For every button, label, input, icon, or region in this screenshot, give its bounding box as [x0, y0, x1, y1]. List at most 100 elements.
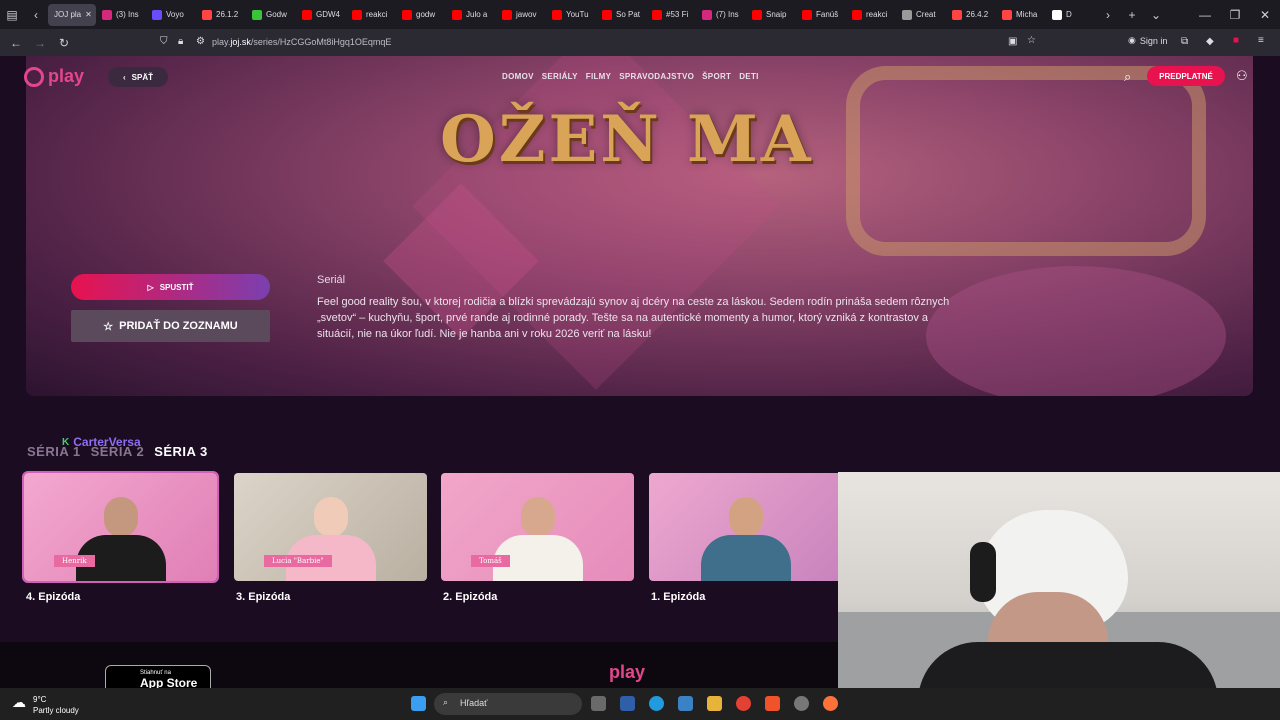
tab-scroll-right-icon[interactable]: › — [1096, 0, 1120, 29]
user-icon[interactable]: ⚇ — [1236, 68, 1248, 84]
obs-icon[interactable] — [794, 696, 809, 711]
tab-13[interactable]: Snaip — [746, 4, 796, 26]
back-label: SPÄŤ — [131, 72, 153, 82]
play-label: SPUSTIŤ — [159, 282, 194, 292]
nav-item-4[interactable]: ŠPORT — [702, 72, 731, 81]
tab-16[interactable]: Creat — [896, 4, 946, 26]
extension-icon[interactable]: ◆ — [1206, 36, 1214, 47]
url-prefix: play. — [212, 37, 231, 47]
episode-card[interactable] — [649, 473, 842, 581]
back-arrow-icon[interactable]: ← — [4, 36, 28, 50]
subscribe-button[interactable]: PREDPLATNÉ — [1147, 66, 1225, 86]
shield-icon[interactable]: ⛉ — [160, 36, 168, 47]
chrome-icon[interactable] — [736, 696, 751, 711]
tab-season-3[interactable]: SÉRIA 3 — [154, 444, 208, 459]
tab-5[interactable]: reakci — [346, 4, 396, 26]
tab-11[interactable]: #53 Fi — [646, 4, 696, 26]
genre-label: Seriál — [317, 274, 346, 286]
maximize-icon[interactable]: ❐ — [1220, 0, 1250, 29]
lock-icon[interactable]: 🔒︎ — [178, 36, 183, 47]
url-bar[interactable]: play.joj.sk/series/HzCGGoMt8iHgq1OEqmqE — [212, 37, 391, 47]
tab-14[interactable]: Fanúš — [796, 4, 846, 26]
photos-icon[interactable] — [678, 696, 693, 711]
store-icon[interactable] — [620, 696, 635, 711]
bookmark-star-icon[interactable]: ☆ — [1027, 35, 1036, 46]
episode-card[interactable]: Lucia "Barbie" — [234, 473, 427, 581]
tab-6[interactable]: godw — [396, 4, 446, 26]
youtube-icon — [402, 9, 412, 20]
tab-18[interactable]: Micha — [996, 4, 1046, 26]
episode-thumbnail — [75, 497, 166, 581]
minimize-icon[interactable]: — — [1190, 0, 1220, 29]
explorer-icon[interactable] — [707, 696, 722, 711]
app-store-badge[interactable]: Stiahnuť na App Store — [105, 665, 211, 688]
permissions-icon[interactable]: ⚙ — [196, 36, 205, 47]
tab-list-icon[interactable]: ▤ — [0, 0, 24, 29]
doc-icon — [1052, 9, 1062, 20]
tab-0[interactable]: (3) Ins — [96, 4, 146, 26]
tab-2[interactable]: 26.1.2 — [196, 4, 246, 26]
forward-arrow-icon[interactable]: → — [28, 36, 52, 50]
star-icon: ☆ — [103, 320, 114, 333]
tab-15[interactable]: reakci — [846, 4, 896, 26]
episode-title[interactable]: 1. Epizóda — [651, 591, 705, 603]
extensions-icon[interactable]: ⧉ — [1181, 36, 1188, 47]
tab-10[interactable]: So Pat — [596, 4, 646, 26]
episode-title[interactable]: 4. Epizóda — [26, 591, 80, 603]
youtube-icon — [552, 9, 562, 20]
youtube-icon — [452, 9, 462, 20]
episode-title[interactable]: 3. Epizóda — [236, 591, 290, 603]
task-view-icon[interactable] — [591, 696, 606, 711]
edge-icon[interactable] — [649, 696, 664, 711]
firefox-icon[interactable] — [823, 696, 838, 711]
close-icon[interactable]: ✕ — [85, 10, 92, 19]
tab-dropdown-icon[interactable]: ⌄ — [1144, 0, 1168, 29]
tab-4[interactable]: GDW4 — [296, 4, 346, 26]
sign-in-button[interactable]: ◉ Sign in — [1128, 35, 1167, 46]
tab-3[interactable]: Godw — [246, 4, 296, 26]
start-icon[interactable] — [411, 696, 426, 711]
search-icon[interactable]: ⌕ — [1124, 69, 1131, 85]
sign-in-label: Sign in — [1139, 35, 1168, 46]
tab-1[interactable]: Voyo — [146, 4, 196, 26]
play-button[interactable]: ▷ SPUSTIŤ — [71, 274, 270, 300]
tab-7[interactable]: Julo a — [446, 4, 496, 26]
reader-view-icon[interactable]: ▣ — [1008, 36, 1017, 47]
nav-item-5[interactable]: DETI — [739, 72, 758, 81]
tab-scroll-left-icon[interactable]: ‹ — [24, 0, 48, 29]
tab-19[interactable]: D — [1046, 4, 1096, 26]
nav-item-2[interactable]: FILMY — [586, 72, 612, 81]
tab-12[interactable]: (7) Ins — [696, 4, 746, 26]
episode-title[interactable]: 2. Epizóda — [443, 591, 497, 603]
add-to-list-button[interactable]: ☆ PRIDAŤ DO ZOZNAMU — [71, 310, 270, 342]
tab-label: reakci — [366, 10, 388, 19]
new-tab-icon[interactable]: + — [1120, 0, 1144, 29]
weather-widget[interactable]: 9°C Partly cloudy — [33, 694, 79, 716]
back-button[interactable]: ‹ SPÄŤ — [108, 67, 168, 87]
episode-card[interactable]: Henrik — [22, 471, 219, 583]
extension-badge-icon[interactable]: ■ — [1233, 35, 1239, 46]
search-box[interactable]: ⌕ Hľadať — [434, 693, 582, 715]
youtube-icon — [752, 9, 762, 20]
footer-play-logo[interactable]: play — [609, 662, 645, 683]
overlay-text: CarterVersa — [73, 435, 141, 449]
episode-card[interactable]: Tomáš — [441, 473, 634, 581]
pokeball-icon — [202, 9, 212, 20]
weather-icon[interactable]: ☁ — [12, 694, 26, 711]
play-logo[interactable]: play — [24, 66, 84, 87]
taskbar: ☁ 9°C Partly cloudy ⌕ Hľadať — [0, 688, 1280, 720]
window-close-icon[interactable]: ✕ — [1250, 0, 1280, 29]
reload-icon[interactable]: ↻ — [52, 36, 76, 50]
search-placeholder: Hľadať — [460, 698, 488, 708]
tab-17[interactable]: 26.4.2 — [946, 4, 996, 26]
nav-item-0[interactable]: DOMOV — [502, 72, 534, 81]
pokeball-icon — [1002, 9, 1012, 20]
tab-9[interactable]: YouTu — [546, 4, 596, 26]
nav-item-3[interactable]: SPRAVODAJSTVO — [619, 72, 694, 81]
hamburger-menu-icon[interactable]: ≡ — [1258, 35, 1264, 46]
instagram-icon — [702, 9, 712, 20]
tab-8[interactable]: jawov — [496, 4, 546, 26]
nav-item-1[interactable]: SERIÁLY — [542, 72, 578, 81]
brave-icon[interactable] — [765, 696, 780, 711]
tab-active[interactable]: JOJ pla ✕ — [48, 3, 96, 26]
